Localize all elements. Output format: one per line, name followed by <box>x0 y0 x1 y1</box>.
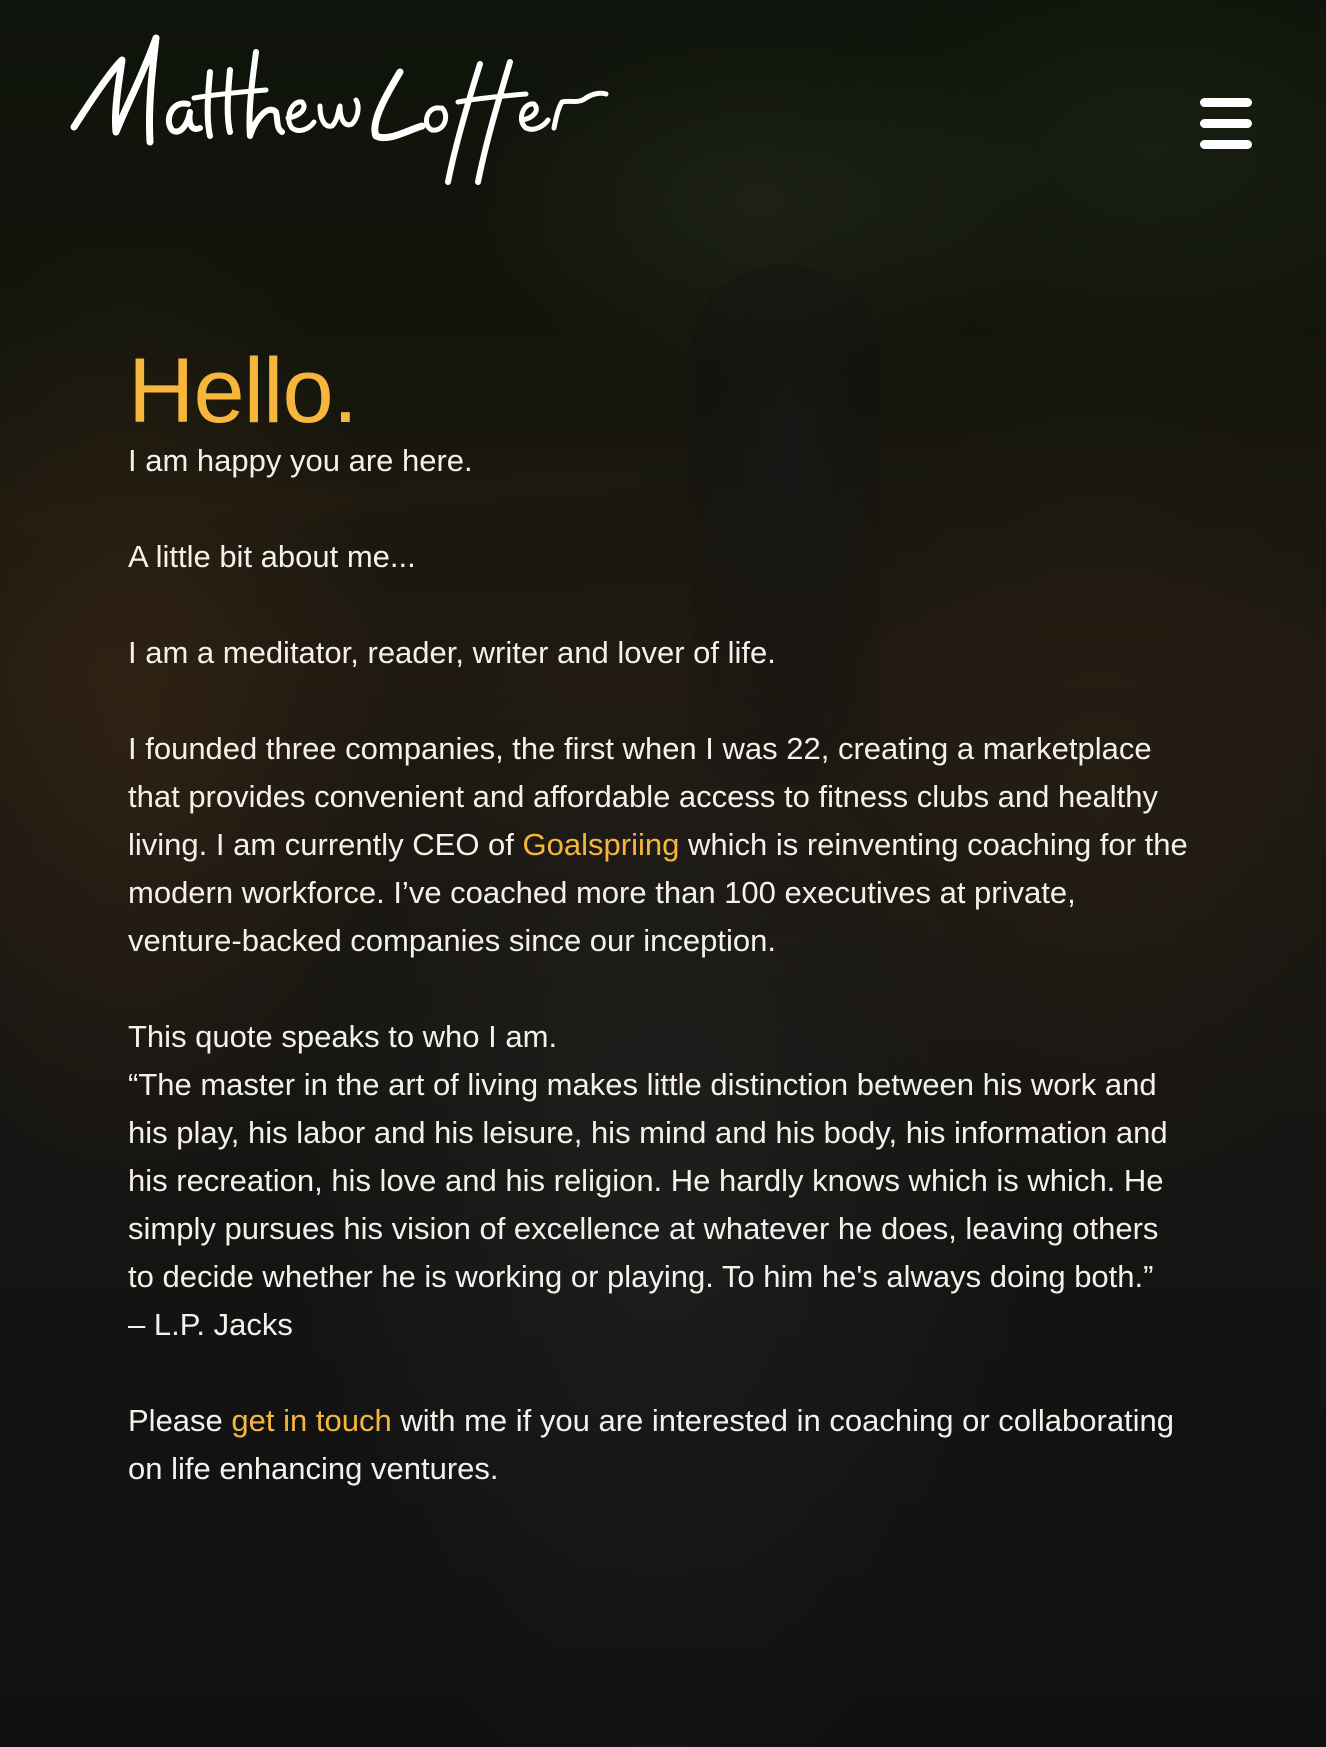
menu-button[interactable] <box>1196 96 1256 152</box>
quote-text: “The master in the art of living makes l… <box>128 1067 1168 1294</box>
contact-text-start: Please <box>128 1403 223 1438</box>
signature-logo[interactable] <box>70 32 610 202</box>
about-companies-text: I founded three companies, the first whe… <box>128 725 1188 965</box>
hamburger-menu-icon <box>1200 119 1252 128</box>
intro-text: I am happy you are here. <box>128 443 473 478</box>
hamburger-menu-icon <box>1200 140 1252 149</box>
page-title: Hello. <box>128 340 358 442</box>
quote-intro-text: This quote speaks to who I am. <box>128 1019 558 1054</box>
goalspriing-link[interactable]: Goalspriing <box>523 827 680 862</box>
about-interests-text: I am a meditator, reader, writer and lov… <box>128 635 776 670</box>
about-section: Hello. I am happy you are here. A little… <box>128 345 1188 1493</box>
get-in-touch-link[interactable]: get in touch <box>231 1403 391 1438</box>
hamburger-menu-icon <box>1200 98 1252 107</box>
about-lead-text: A little bit about me... <box>128 539 416 574</box>
contact-text: Please get in touch with me if you are i… <box>128 1397 1188 1493</box>
quote-author: – L.P. Jacks <box>128 1307 293 1342</box>
